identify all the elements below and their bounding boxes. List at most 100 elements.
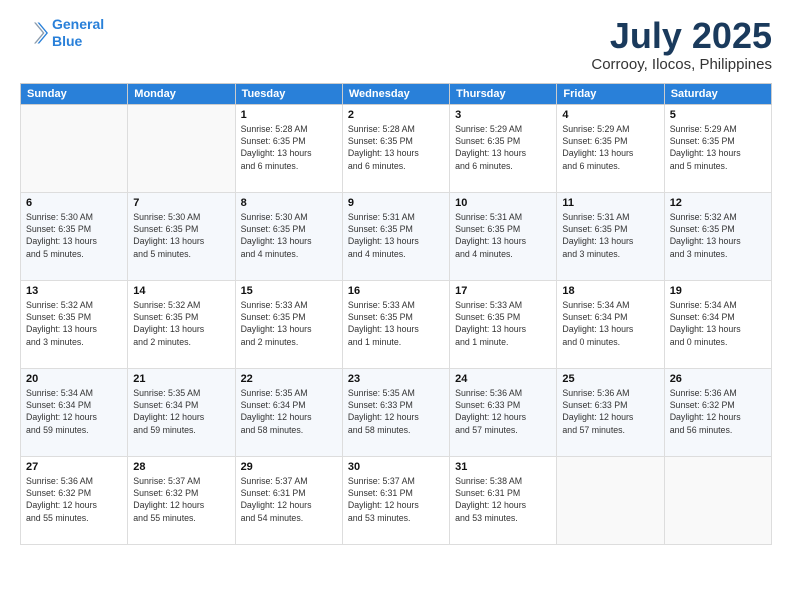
calendar-week-row: 20Sunrise: 5:34 AM Sunset: 6:34 PM Dayli…	[21, 368, 772, 456]
table-row: 19 Sunrise: 5:34 AM Sunset: 6:34 PM Dayli…	[664, 280, 771, 368]
day-detail: Sunrise: 5:37 AM Sunset: 6:31 PM Dayligh…	[241, 475, 337, 524]
col-thursday: Thursday	[450, 83, 557, 104]
col-saturday: Saturday	[664, 83, 771, 104]
table-row: 12 Sunrise: 5:32 AM Sunset: 6:35 PM Dayli…	[664, 192, 771, 280]
table-row: 27Sunrise: 5:36 AM Sunset: 6:32 PM Dayli…	[21, 456, 128, 544]
day-number: 3	[455, 109, 551, 121]
day-number: 20	[26, 373, 122, 385]
logo-line2: Blue	[52, 33, 82, 49]
day-detail: Sunrise: 5:36 AM Sunset: 6:33 PM Dayligh…	[455, 387, 551, 436]
day-number: 17	[455, 285, 551, 297]
day-detail: Sunrise: 5:30 AM Sunset: 6:35 PM Dayligh…	[241, 211, 337, 260]
table-row: 4 Sunrise: 5:29 AM Sunset: 6:35 PM Daylig…	[557, 104, 664, 192]
header: General Blue July 2025 Corrooy, Ilocos, …	[20, 16, 772, 73]
logo-icon	[20, 19, 48, 47]
day-number: 2	[348, 109, 444, 121]
table-row: 28 Sunrise: 5:37 AM Sunset: 6:32 PM Dayli…	[128, 456, 235, 544]
col-wednesday: Wednesday	[342, 83, 449, 104]
table-row: 21Sunrise: 5:35 AM Sunset: 6:34 PM Dayli…	[128, 368, 235, 456]
calendar-week-row: 27Sunrise: 5:36 AM Sunset: 6:32 PM Dayli…	[21, 456, 772, 544]
day-detail: Sunrise: 5:29 AM Sunset: 6:35 PM Dayligh…	[562, 123, 658, 172]
table-row: 30Sunrise: 5:37 AM Sunset: 6:31 PM Dayli…	[342, 456, 449, 544]
table-row: 5 Sunrise: 5:29 AM Sunset: 6:35 PM Daylig…	[664, 104, 771, 192]
day-number: 27	[26, 461, 122, 473]
table-row: 11Sunrise: 5:31 AM Sunset: 6:35 PM Dayli…	[557, 192, 664, 280]
day-number: 31	[455, 461, 551, 473]
day-number: 1	[241, 109, 337, 121]
day-number: 7	[133, 197, 229, 209]
day-number: 8	[241, 197, 337, 209]
day-number: 14	[133, 285, 229, 297]
day-number: 15	[241, 285, 337, 297]
table-row: 3 Sunrise: 5:29 AM Sunset: 6:35 PM Daylig…	[450, 104, 557, 192]
table-row: 2 Sunrise: 5:28 AM Sunset: 6:35 PM Daylig…	[342, 104, 449, 192]
day-number: 19	[670, 285, 766, 297]
calendar-table: Sunday Monday Tuesday Wednesday Thursday…	[20, 83, 772, 545]
day-detail: Sunrise: 5:29 AM Sunset: 6:35 PM Dayligh…	[455, 123, 551, 172]
table-row	[21, 104, 128, 192]
calendar-header-row: Sunday Monday Tuesday Wednesday Thursday…	[21, 83, 772, 104]
title-block: July 2025 Corrooy, Ilocos, Philippines	[591, 16, 772, 73]
table-row: 17 Sunrise: 5:33 AM Sunset: 6:35 PM Dayli…	[450, 280, 557, 368]
day-detail: Sunrise: 5:32 AM Sunset: 6:35 PM Dayligh…	[133, 299, 229, 348]
day-detail: Sunrise: 5:33 AM Sunset: 6:35 PM Dayligh…	[455, 299, 551, 348]
day-number: 16	[348, 285, 444, 297]
day-detail: Sunrise: 5:36 AM Sunset: 6:32 PM Dayligh…	[670, 387, 766, 436]
table-row: 31 Sunrise: 5:38 AM Sunset: 6:31 PM Dayli…	[450, 456, 557, 544]
day-detail: Sunrise: 5:37 AM Sunset: 6:31 PM Dayligh…	[348, 475, 444, 524]
table-row: 23Sunrise: 5:35 AM Sunset: 6:33 PM Dayli…	[342, 368, 449, 456]
day-number: 4	[562, 109, 658, 121]
table-row: 26 Sunrise: 5:36 AM Sunset: 6:32 PM Dayli…	[664, 368, 771, 456]
day-detail: Sunrise: 5:30 AM Sunset: 6:35 PM Dayligh…	[133, 211, 229, 260]
table-row: 14 Sunrise: 5:32 AM Sunset: 6:35 PM Dayli…	[128, 280, 235, 368]
table-row	[128, 104, 235, 192]
day-detail: Sunrise: 5:28 AM Sunset: 6:35 PM Dayligh…	[348, 123, 444, 172]
table-row: 10 Sunrise: 5:31 AM Sunset: 6:35 PM Dayli…	[450, 192, 557, 280]
day-number: 10	[455, 197, 551, 209]
day-detail: Sunrise: 5:29 AM Sunset: 6:35 PM Dayligh…	[670, 123, 766, 172]
calendar-week-row: 6 Sunrise: 5:30 AM Sunset: 6:35 PM Daylig…	[21, 192, 772, 280]
day-detail: Sunrise: 5:35 AM Sunset: 6:33 PM Dayligh…	[348, 387, 444, 436]
table-row: 1 Sunrise: 5:28 AM Sunset: 6:35 PM Daylig…	[235, 104, 342, 192]
day-detail: Sunrise: 5:28 AM Sunset: 6:35 PM Dayligh…	[241, 123, 337, 172]
day-number: 12	[670, 197, 766, 209]
day-number: 28	[133, 461, 229, 473]
logo: General Blue	[20, 16, 104, 50]
day-number: 21	[133, 373, 229, 385]
day-detail: Sunrise: 5:35 AM Sunset: 6:34 PM Dayligh…	[241, 387, 337, 436]
day-detail: Sunrise: 5:31 AM Sunset: 6:35 PM Dayligh…	[562, 211, 658, 260]
calendar-week-row: 1 Sunrise: 5:28 AM Sunset: 6:35 PM Daylig…	[21, 104, 772, 192]
day-detail: Sunrise: 5:32 AM Sunset: 6:35 PM Dayligh…	[670, 211, 766, 260]
table-row: 24 Sunrise: 5:36 AM Sunset: 6:33 PM Dayli…	[450, 368, 557, 456]
table-row: 16Sunrise: 5:33 AM Sunset: 6:35 PM Dayli…	[342, 280, 449, 368]
table-row: 7 Sunrise: 5:30 AM Sunset: 6:35 PM Daylig…	[128, 192, 235, 280]
day-number: 5	[670, 109, 766, 121]
table-row: 8 Sunrise: 5:30 AM Sunset: 6:35 PM Daylig…	[235, 192, 342, 280]
col-sunday: Sunday	[21, 83, 128, 104]
day-detail: Sunrise: 5:30 AM Sunset: 6:35 PM Dayligh…	[26, 211, 122, 260]
day-detail: Sunrise: 5:33 AM Sunset: 6:35 PM Dayligh…	[241, 299, 337, 348]
day-number: 9	[348, 197, 444, 209]
col-friday: Friday	[557, 83, 664, 104]
col-monday: Monday	[128, 83, 235, 104]
day-detail: Sunrise: 5:38 AM Sunset: 6:31 PM Dayligh…	[455, 475, 551, 524]
day-number: 13	[26, 285, 122, 297]
day-number: 25	[562, 373, 658, 385]
table-row: 13 Sunrise: 5:32 AM Sunset: 6:35 PM Dayli…	[21, 280, 128, 368]
day-detail: Sunrise: 5:37 AM Sunset: 6:32 PM Dayligh…	[133, 475, 229, 524]
day-number: 26	[670, 373, 766, 385]
page: General Blue July 2025 Corrooy, Ilocos, …	[0, 0, 792, 612]
day-number: 6	[26, 197, 122, 209]
day-detail: Sunrise: 5:32 AM Sunset: 6:35 PM Dayligh…	[26, 299, 122, 348]
table-row: 25Sunrise: 5:36 AM Sunset: 6:33 PM Dayli…	[557, 368, 664, 456]
table-row	[557, 456, 664, 544]
day-number: 18	[562, 285, 658, 297]
day-number: 22	[241, 373, 337, 385]
day-detail: Sunrise: 5:34 AM Sunset: 6:34 PM Dayligh…	[670, 299, 766, 348]
subtitle: Corrooy, Ilocos, Philippines	[591, 56, 772, 73]
table-row: 15 Sunrise: 5:33 AM Sunset: 6:35 PM Dayli…	[235, 280, 342, 368]
table-row: 6 Sunrise: 5:30 AM Sunset: 6:35 PM Daylig…	[21, 192, 128, 280]
day-detail: Sunrise: 5:31 AM Sunset: 6:35 PM Dayligh…	[455, 211, 551, 260]
col-tuesday: Tuesday	[235, 83, 342, 104]
day-number: 24	[455, 373, 551, 385]
